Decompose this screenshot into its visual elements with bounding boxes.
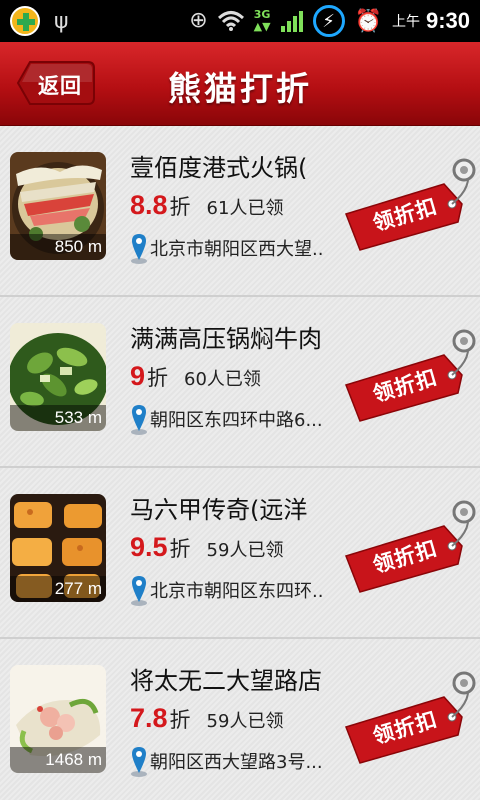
discount-value: 7.8	[130, 703, 168, 733]
status-ampm: 上午	[391, 14, 420, 30]
signal-icon	[280, 10, 303, 32]
deal-address: 朝阳区西大望路3号...	[150, 752, 323, 773]
claimed-count: 60人已领	[184, 369, 261, 390]
claimed-count: 61人已领	[206, 198, 284, 219]
usb-icon: ψ	[54, 8, 69, 34]
distance-label: 277 m	[10, 576, 106, 602]
address-line: 朝阳区西大望路3号...	[130, 745, 323, 777]
deal-thumbnail: 277 m	[10, 494, 106, 602]
deal-name: 壹佰度港式火锅(	[130, 154, 308, 182]
deal-thumbnail: 850 m	[10, 152, 106, 260]
deal-row[interactable]: 1468 m 将太无二大望路店 7.8 折 59人已领 朝阳区西大望路3号...	[0, 639, 480, 800]
status-time: 9:30	[425, 8, 470, 33]
discount-line: 8.8 折 61人已领	[130, 190, 283, 221]
network-type: 3G	[253, 8, 271, 21]
discount-line: 9.5 折 59人已领	[130, 532, 283, 563]
charging-icon: ⚡	[312, 5, 345, 37]
wifi-icon	[217, 11, 244, 31]
status-bar: ψ ⊕ 3G ▲▼ ⚡ ⏰ 上午 9:30	[0, 0, 480, 42]
address-line: 北京市朝阳区西大望..	[130, 232, 323, 264]
360-plus-icon	[10, 6, 40, 36]
location-pin-icon	[131, 576, 147, 606]
discount-value: 9	[130, 361, 146, 391]
distance-label: 850 m	[10, 234, 106, 260]
deal-name: 马六甲传奇(远洋	[130, 496, 308, 524]
get-discount-button[interactable]: 领折扣	[344, 156, 480, 256]
get-discount-button[interactable]: 领折扣	[344, 669, 480, 769]
alarm-icon: ⏰	[354, 8, 382, 34]
get-discount-button[interactable]: 领折扣	[344, 327, 480, 427]
deal-list[interactable]: 850 m 壹佰度港式火锅( 8.8 折 61人已领 北京市朝阳区西大望.. 领…	[0, 126, 480, 800]
discount-line: 9 折 60人已领	[130, 361, 261, 392]
location-pin-icon	[131, 747, 147, 777]
get-discount-button[interactable]: 领折扣	[344, 498, 480, 598]
claimed-count: 59人已领	[206, 540, 284, 561]
discount-unit: 折	[169, 537, 191, 561]
deal-name: 满满高压锅焖牛肉	[130, 325, 322, 353]
deal-thumbnail: 533 m	[10, 323, 106, 431]
distance-label: 1468 m	[10, 747, 106, 773]
3g-icon: 3G ▲▼	[253, 8, 271, 33]
deal-row[interactable]: 277 m 马六甲传奇(远洋 9.5 折 59人已领 北京市朝阳区东四环.. 领…	[0, 468, 480, 639]
deal-address: 北京市朝阳区东四环..	[150, 581, 324, 602]
deal-address: 朝阳区东四环中路6...	[150, 410, 323, 431]
deal-thumbnail: 1468 m	[10, 665, 106, 773]
discount-unit: 折	[147, 366, 169, 390]
distance-label: 533 m	[10, 405, 106, 431]
location-pin-icon	[131, 405, 147, 435]
title-bar: 返回 熊猫打折	[0, 42, 480, 126]
gps-icon: ⊕	[189, 8, 208, 33]
claimed-count: 59人已领	[206, 711, 284, 732]
address-line: 朝阳区东四环中路6...	[130, 403, 323, 435]
discount-unit: 折	[169, 708, 191, 732]
discount-unit: 折	[169, 195, 191, 219]
deal-row[interactable]: 850 m 壹佰度港式火锅( 8.8 折 61人已领 北京市朝阳区西大望.. 领…	[0, 126, 480, 297]
deal-name: 将太无二大望路店	[130, 667, 322, 695]
deal-address: 北京市朝阳区西大望..	[150, 239, 324, 260]
discount-value: 9.5	[130, 532, 168, 562]
discount-line: 7.8 折 59人已领	[130, 703, 283, 734]
address-line: 北京市朝阳区东四环..	[130, 574, 323, 606]
location-pin-icon	[131, 234, 147, 264]
page-title: 熊猫打折	[168, 69, 312, 108]
discount-value: 8.8	[130, 190, 168, 220]
deal-row[interactable]: 533 m 满满高压锅焖牛肉 9 折 60人已领 朝阳区东四环中路6... 领折…	[0, 297, 480, 468]
